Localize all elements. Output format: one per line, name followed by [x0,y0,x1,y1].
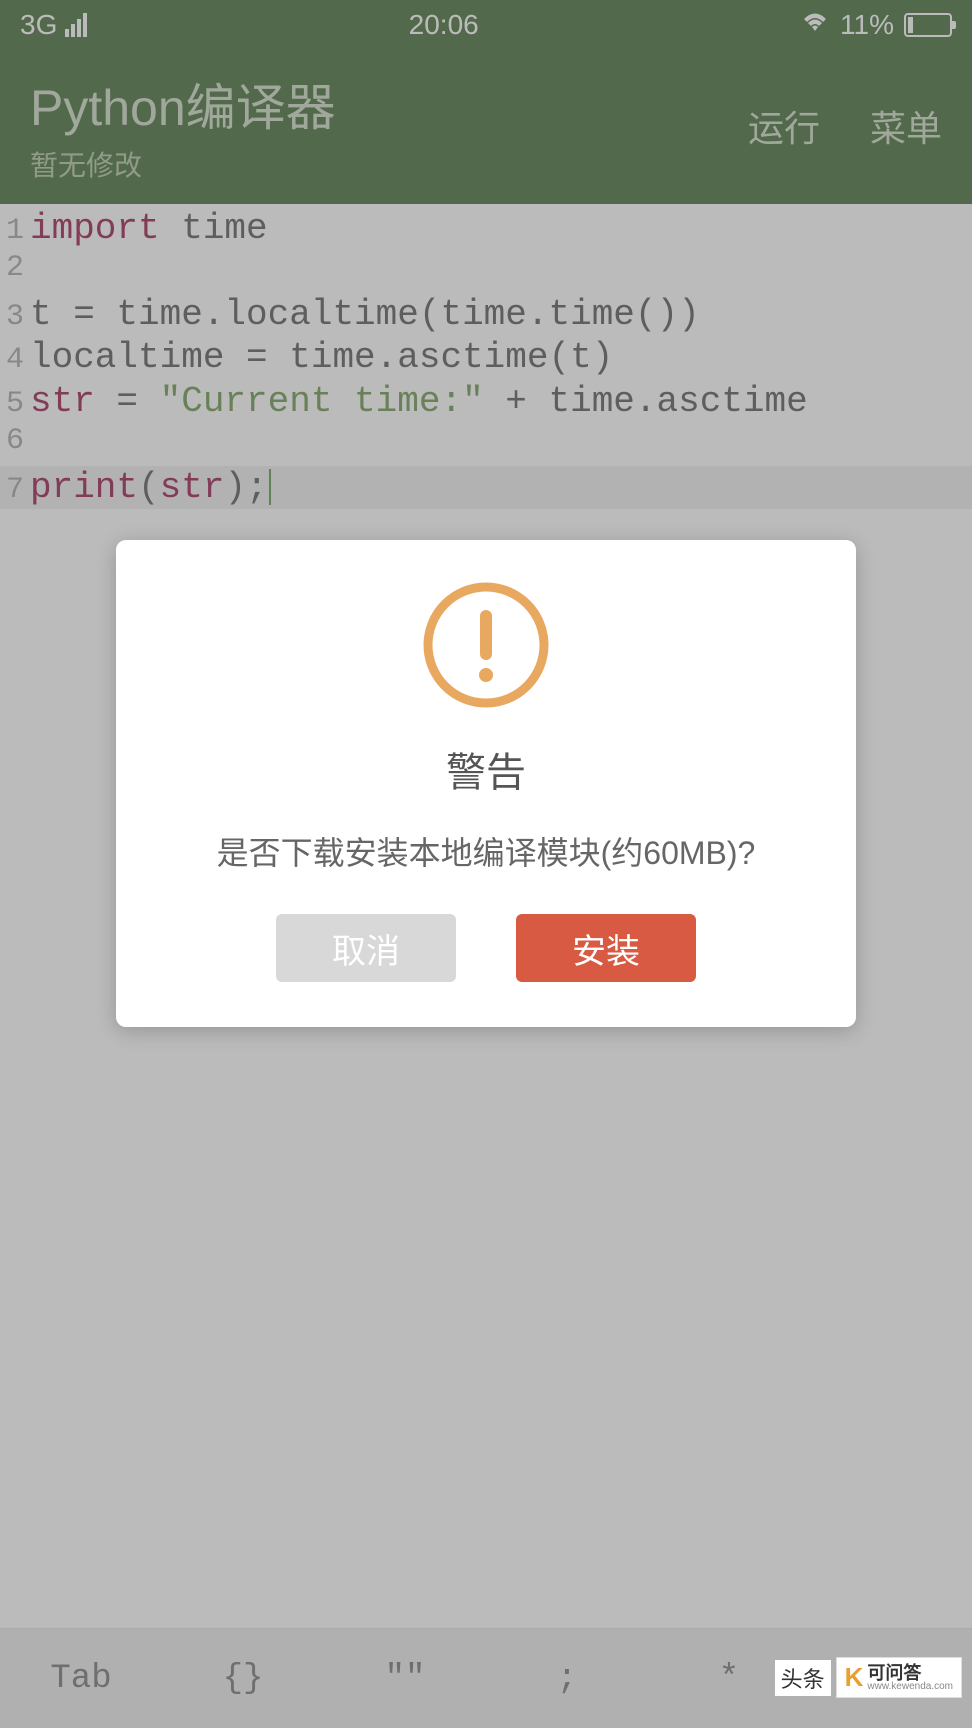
watermark-url: www.kewenda.com [867,1682,953,1692]
dialog-buttons: 取消 安装 [146,914,826,982]
warning-icon [146,580,826,715]
watermark-logo: K [845,1662,864,1693]
watermark-brand: K 可问答 www.kewenda.com [836,1657,962,1698]
watermark: 头条 K 可问答 www.kewenda.com [775,1657,962,1698]
dialog-message: 是否下载安装本地编译模块(约60MB)? [146,828,826,874]
watermark-brand-name: 可问答 [867,1664,953,1682]
dialog-title: 警告 [146,740,826,798]
warning-dialog: 警告 是否下载安装本地编译模块(约60MB)? 取消 安装 [116,540,856,1027]
watermark-text: 头条 [775,1660,831,1696]
cancel-button[interactable]: 取消 [276,914,456,982]
modal-overlay[interactable]: 警告 是否下载安装本地编译模块(约60MB)? 取消 安装 [0,0,972,1728]
install-button[interactable]: 安装 [516,914,696,982]
